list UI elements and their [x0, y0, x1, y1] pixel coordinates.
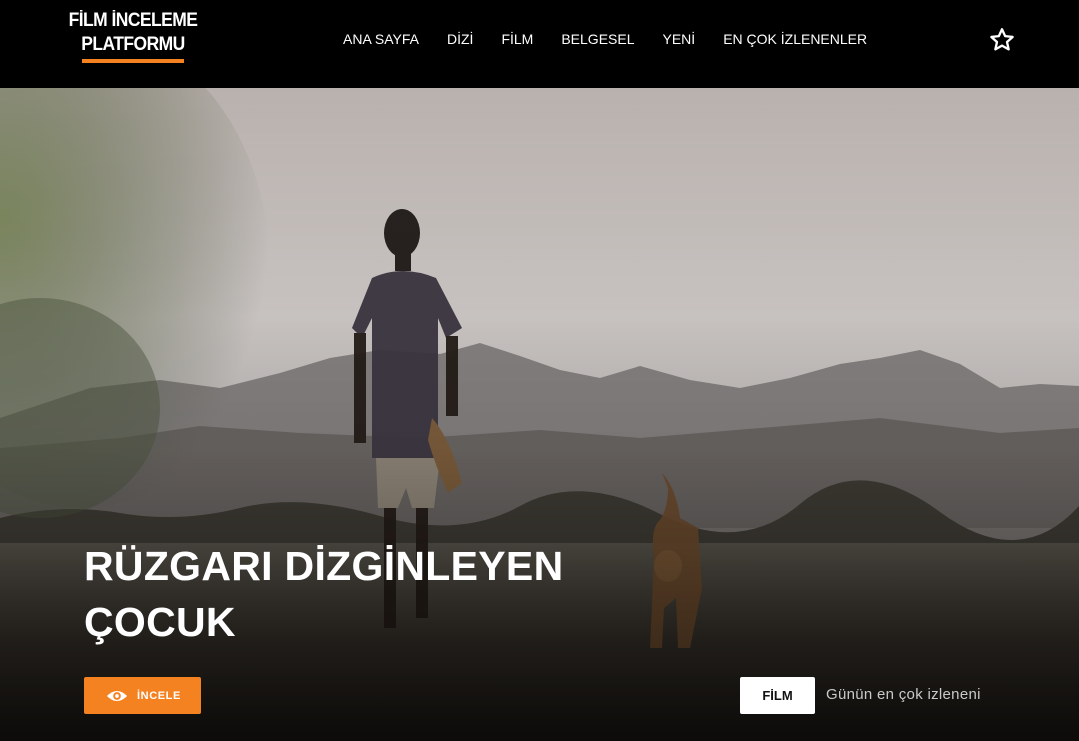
- hero-title: RÜZGARI DİZGİNLEYEN ÇOCUK: [84, 538, 644, 650]
- nav-link-ana-sayfa[interactable]: ANA SAYFA: [343, 30, 419, 48]
- hero-caption: Günün en çok izleneni: [826, 686, 981, 703]
- logo-line-2: PLATFORMU: [81, 34, 185, 55]
- category-badge[interactable]: FİLM: [740, 677, 815, 714]
- star-outline-icon: [990, 28, 1014, 51]
- favorites-button[interactable]: [988, 26, 1016, 54]
- review-button-label: İNCELE: [137, 689, 181, 702]
- nav-link-yeni[interactable]: YENİ: [663, 30, 696, 48]
- site-logo[interactable]: FİLM İNCELEME PLATFORMU: [60, 9, 206, 63]
- hero-title-line-2: ÇOCUK: [84, 599, 236, 645]
- hero-title-line-1: RÜZGARI DİZGİNLEYEN: [84, 543, 564, 589]
- main-nav: ANA SAYFA DİZİ FİLM BELGESEL YENİ EN ÇOK…: [330, 30, 895, 48]
- top-navbar: FİLM İNCELEME PLATFORMU ANA SAYFA DİZİ F…: [0, 0, 1079, 88]
- logo-underline: [82, 59, 184, 63]
- nav-link-en-cok-izlenenler[interactable]: EN ÇOK İZLENENLER: [723, 30, 867, 48]
- nav-link-film[interactable]: FİLM: [501, 30, 533, 48]
- eye-icon: [106, 690, 128, 701]
- nav-link-belgesel[interactable]: BELGESEL: [561, 30, 634, 48]
- nav-link-dizi[interactable]: DİZİ: [447, 30, 473, 48]
- hero-banner: RÜZGARI DİZGİNLEYEN ÇOCUK İNCELE FİLM Gü…: [0, 88, 1079, 741]
- logo-line-1: FİLM İNCELEME: [68, 10, 198, 31]
- review-button[interactable]: İNCELE: [84, 677, 201, 714]
